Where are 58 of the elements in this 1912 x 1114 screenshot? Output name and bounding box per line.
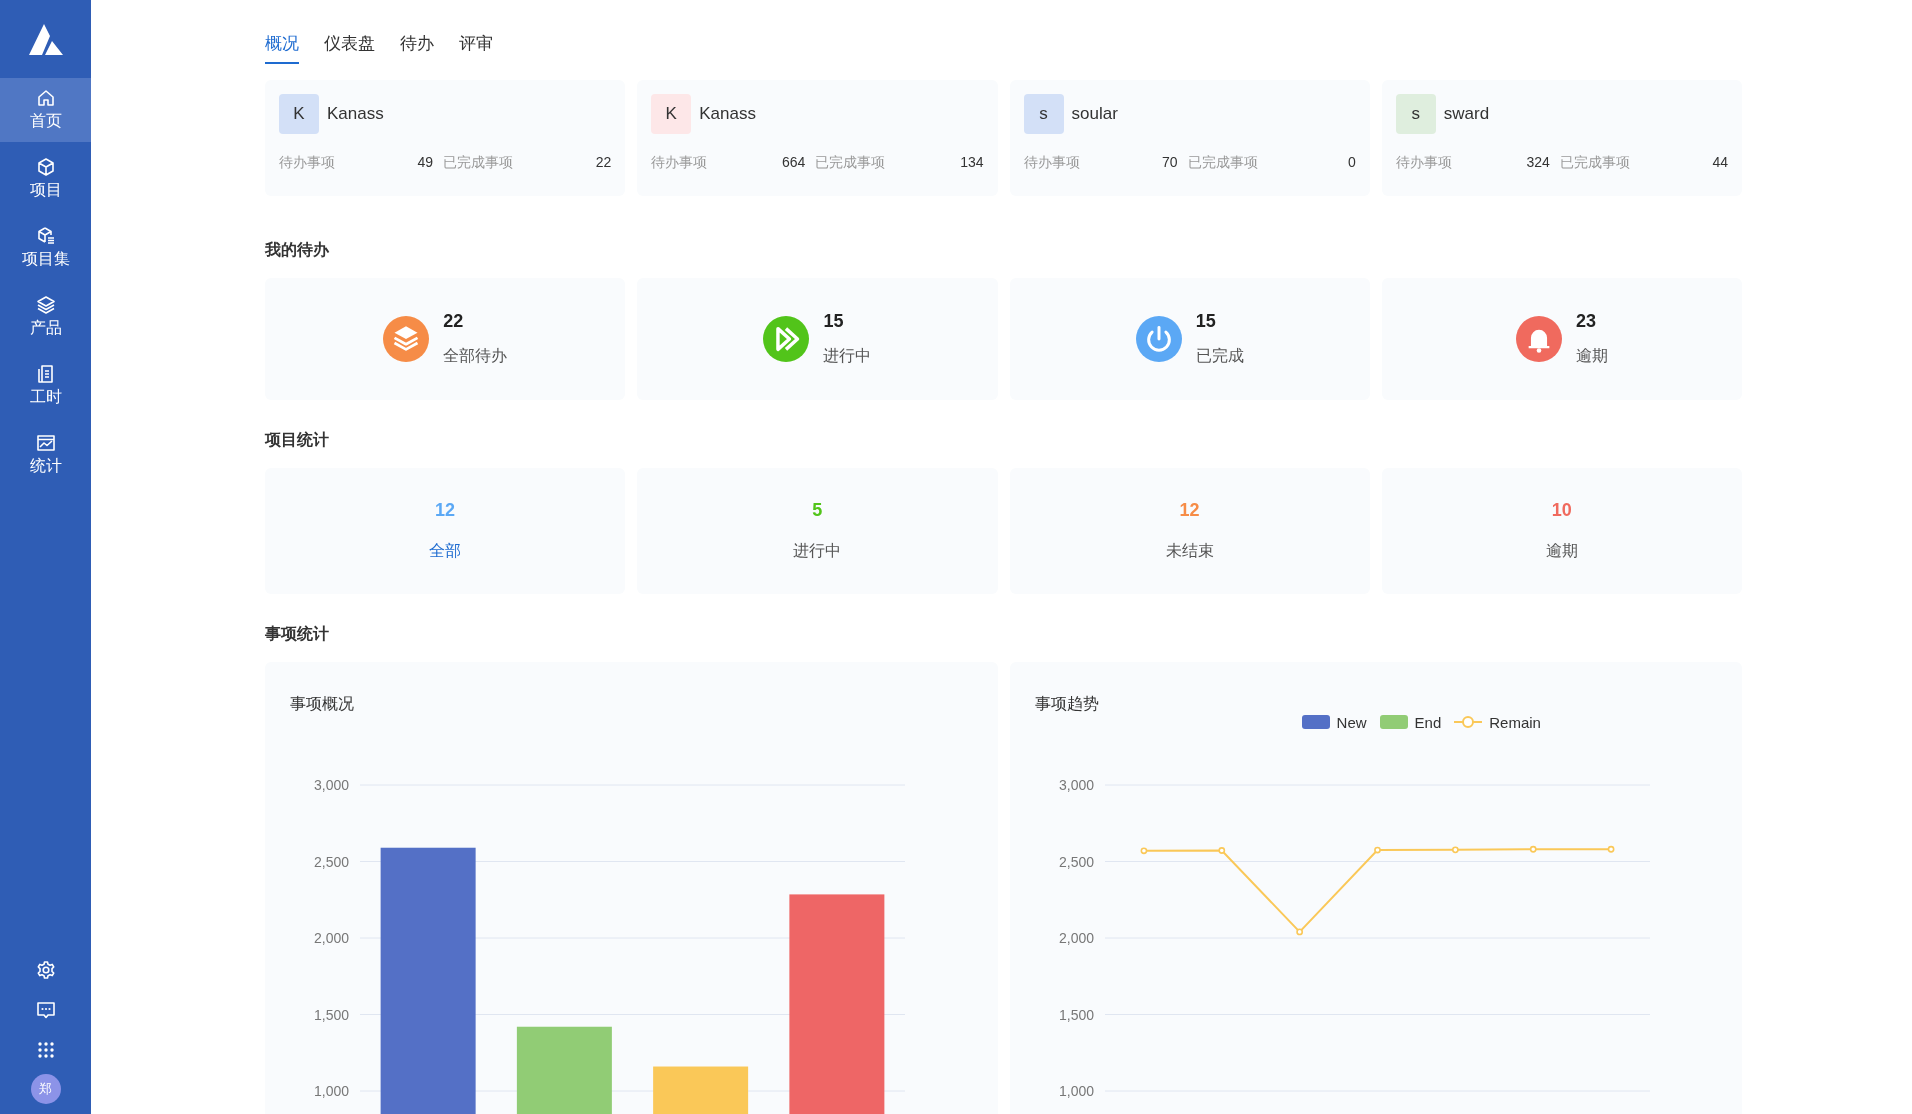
axis-label: 1,500	[313, 1006, 349, 1023]
stat-value: 22	[594, 154, 612, 172]
stat-label: 待办事项	[1023, 154, 1080, 172]
todo-count: 15	[1195, 311, 1217, 332]
stat-value: 70	[1161, 154, 1178, 172]
stat-label: 待办事项	[279, 154, 335, 172]
axis-label: 1,500	[1058, 1006, 1094, 1023]
todo-count: 23	[1575, 311, 1597, 332]
stat-label: 已完成事项	[1187, 154, 1258, 172]
axis-label: 2,500	[313, 853, 349, 870]
chart-title: 事项概况	[289, 694, 355, 714]
stat-label: 逾期	[1545, 541, 1578, 561]
project-avatar: s	[1023, 94, 1064, 134]
stat-label: 待办事项	[651, 154, 708, 172]
todo-label: 已完成	[1195, 346, 1244, 366]
project-name: sward	[1443, 104, 1490, 124]
project-avatar: K	[279, 94, 319, 134]
stat-value: 324	[1525, 154, 1550, 172]
stat-count: 5	[812, 500, 823, 521]
axis-label: 2,500	[1058, 853, 1094, 870]
axis-label: 1,000	[1058, 1083, 1094, 1099]
legend-label: New	[1336, 713, 1367, 731]
stat-value: 44	[1711, 154, 1728, 172]
stat-count: 12	[435, 500, 456, 521]
project-name: Kanass	[327, 104, 384, 124]
stat-label: 全部	[429, 541, 462, 561]
axis-label: 2,000	[1058, 930, 1094, 946]
axis-label: 3,000	[313, 777, 349, 793]
stat-count: 12	[1179, 500, 1200, 521]
section-title: 项目统计	[265, 430, 330, 450]
section-title: 我的待办	[265, 240, 330, 260]
chart-title: 事项趋势	[1033, 694, 1100, 714]
stat-label: 待办事项	[1395, 154, 1452, 172]
section-title: 事项统计	[265, 624, 330, 644]
stat-label: 已完成事项	[1559, 154, 1630, 172]
stat-value: 0	[1346, 154, 1356, 172]
todo-label: 全部待办	[443, 346, 508, 366]
stat-value: 134	[959, 154, 984, 172]
stat-label: 未结束	[1165, 541, 1214, 561]
legend-label: Remain	[1489, 713, 1541, 731]
todo-label: 进行中	[823, 346, 872, 366]
stat-value: 664	[781, 154, 806, 172]
axis-label: 3,000	[1058, 777, 1094, 793]
stat-value: 49	[416, 154, 434, 172]
todo-label: 逾期	[1575, 346, 1608, 366]
axis-label: 1,000	[313, 1083, 349, 1099]
project-name: soular	[1071, 104, 1118, 124]
stat-count: 10	[1551, 500, 1572, 521]
project-avatar: K	[651, 94, 692, 134]
project-avatar: s	[1395, 94, 1436, 134]
todo-count: 15	[823, 311, 845, 332]
project-name: Kanass	[699, 104, 756, 124]
stat-label: 进行中	[793, 541, 842, 561]
todo-count: 22	[443, 311, 465, 332]
stat-label: 已完成事项	[443, 154, 514, 172]
legend-label: End	[1414, 713, 1442, 731]
stat-label: 已完成事项	[815, 154, 886, 172]
axis-label: 2,000	[313, 930, 349, 946]
